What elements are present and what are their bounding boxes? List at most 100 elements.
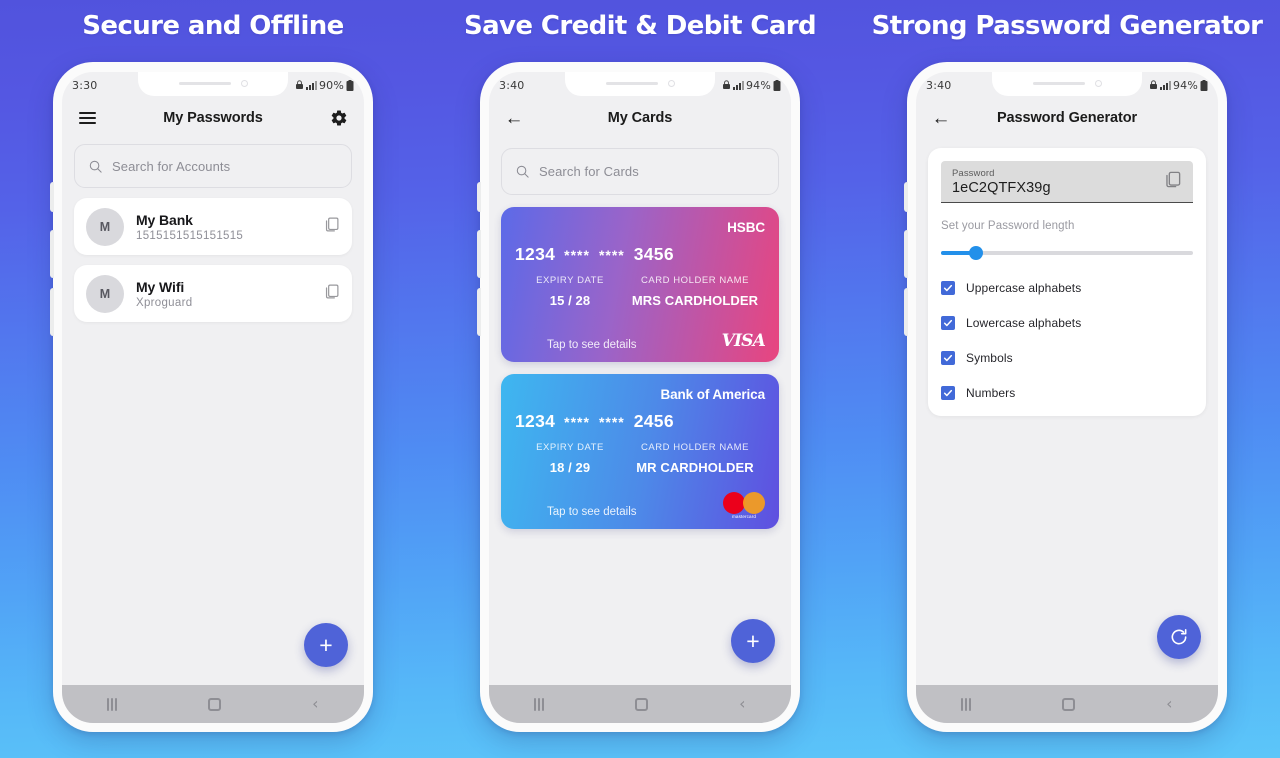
search-bar[interactable]: Search for Accounts [74,144,352,188]
card-number-last: 2456 [633,411,674,431]
phone-mockup: 3:40 94% [904,62,1227,732]
copy-button[interactable] [323,283,340,305]
card-number-mask-2: **** [598,246,625,263]
phone-screen: 3:40 94% [489,72,791,723]
option-label: Lowercase alphabets [966,316,1082,330]
front-camera [240,80,248,87]
expiry-value: 15 / 28 [549,293,591,308]
back-button[interactable]: ← [929,106,953,130]
list-item[interactable]: M My Wifi Xproguard [74,265,352,322]
option-uppercase-alphabets[interactable]: Uppercase alphabets [941,281,1193,295]
hamburger-menu-button[interactable] [75,106,99,130]
phone-volume-down-button [50,288,54,336]
back-button[interactable]: ← [502,106,526,130]
phone-volume-down-button [477,288,481,336]
card-number-last: 3456 [633,244,674,264]
tap-hint: Tap to see details [547,506,637,518]
slider-thumb[interactable] [969,246,984,260]
checkbox-checked-icon[interactable] [941,386,955,400]
payment-card[interactable]: HSBC 1234 **** **** 3456 EXPIRY DATE 15 … [501,207,779,362]
battery-icon [773,79,781,91]
home-icon[interactable] [635,697,649,711]
signal-icon [732,81,744,90]
back-icon[interactable]: ‹ [739,696,745,712]
payment-card[interactable]: Bank of America 1234 **** **** 2456 EXPI… [501,374,779,529]
card-number-mask-1: **** [564,246,590,263]
add-password-button[interactable]: + [304,623,348,667]
front-camera [667,80,675,87]
password-text-group: Password 1eC2QTFX39g [952,168,1163,196]
list-item-text: My Bank 1515151515151515 [136,212,323,242]
card-details-row: EXPIRY DATE 18 / 29 CARD HOLDER NAME MR … [515,442,765,475]
phone-side-button [904,182,908,212]
password-length-slider[interactable] [941,246,1193,260]
generator-card: Password 1eC2QTFX39g Set your Password l… [928,148,1206,416]
card-holder: CARD HOLDER NAME MR CARDHOLDER [625,442,765,475]
panel-title: Save Credit & Debit Card [463,11,817,41]
back-icon[interactable]: ‹ [1166,696,1172,712]
panel-save-credit-debit-card: Save Credit & Debit Card 3:40 94% ← My C… [427,0,853,758]
signal-icon [305,81,317,90]
status-indicators: 94% [1149,79,1208,92]
option-lowercase-alphabets[interactable]: Lowercase alphabets [941,316,1193,330]
speaker-grille [605,82,658,85]
card-footer: Tap to see details VISA [515,331,766,351]
speaker-grille [1032,82,1085,85]
recents-icon[interactable] [107,697,118,711]
password-label: Password [952,168,995,179]
back-arrow-icon: ← [931,107,951,129]
account-username: Xproguard [136,296,193,309]
card-number-mask-2: **** [598,413,625,430]
phone-notch [138,72,288,96]
option-label: Symbols [966,351,1013,365]
copy-button[interactable] [323,216,340,238]
search-input[interactable]: Search for Accounts [112,159,230,174]
password-list: M My Bank 1515151515151515 M My Wifi Xpr… [62,188,364,322]
option-numbers[interactable]: Numbers [941,386,1193,400]
option-label: Uppercase alphabets [966,281,1082,295]
generated-password-value: 1eC2QTFX39g [952,180,1051,196]
card-footer: Tap to see details mastercard [515,492,765,519]
hamburger-icon [78,109,96,127]
copy-icon [1166,171,1181,188]
search-icon [516,165,529,178]
search-input[interactable]: Search for Cards [539,164,639,179]
password-field[interactable]: Password 1eC2QTFX39g [941,161,1193,203]
phone-screen: 3:30 90% My Passwords Search for Account… [62,72,364,723]
card-number: 1234 **** **** 3456 [515,244,765,265]
signal-icon [1159,81,1171,90]
option-symbols[interactable]: Symbols [941,351,1193,365]
account-name: My Bank [136,211,193,228]
home-icon[interactable] [1062,697,1076,711]
add-card-button[interactable]: + [731,619,775,663]
back-icon[interactable]: ‹ [312,696,318,712]
recents-icon[interactable] [534,697,545,711]
settings-button[interactable] [327,106,351,130]
status-bar: 3:40 94% [916,72,1218,98]
option-label: Numbers [966,386,1016,400]
checkbox-checked-icon[interactable] [941,281,955,295]
mastercard-red-circle [723,492,745,514]
password-list-container: M My Bank 1515151515151515 M My Wifi Xpr… [62,188,364,685]
card-number: 1234 **** **** 2456 [515,411,765,432]
home-icon[interactable] [208,697,222,711]
copy-password-button[interactable] [1163,170,1182,194]
regenerate-password-button[interactable] [1157,615,1201,659]
battery-icon [1200,79,1208,91]
password-length-label: Set your Password length [941,220,1075,232]
battery-percentage: 94% [745,78,771,92]
android-nav-bar: ‹ [62,685,364,723]
recents-icon[interactable] [961,697,972,711]
checkbox-checked-icon[interactable] [941,351,955,365]
search-icon [89,160,102,173]
card-details-row: EXPIRY DATE 15 / 28 CARD HOLDER NAME MRS… [515,275,765,308]
search-bar[interactable]: Search for Cards [501,148,779,195]
card-number-first: 1234 [515,244,556,264]
plus-icon: + [746,627,760,654]
avatar: M [86,274,124,313]
status-time: 3:40 [926,78,952,92]
checkbox-checked-icon[interactable] [941,316,955,330]
phone-volume-up-button [904,230,908,278]
list-item[interactable]: M My Bank 1515151515151515 [74,198,352,255]
phone-notch [992,72,1142,96]
